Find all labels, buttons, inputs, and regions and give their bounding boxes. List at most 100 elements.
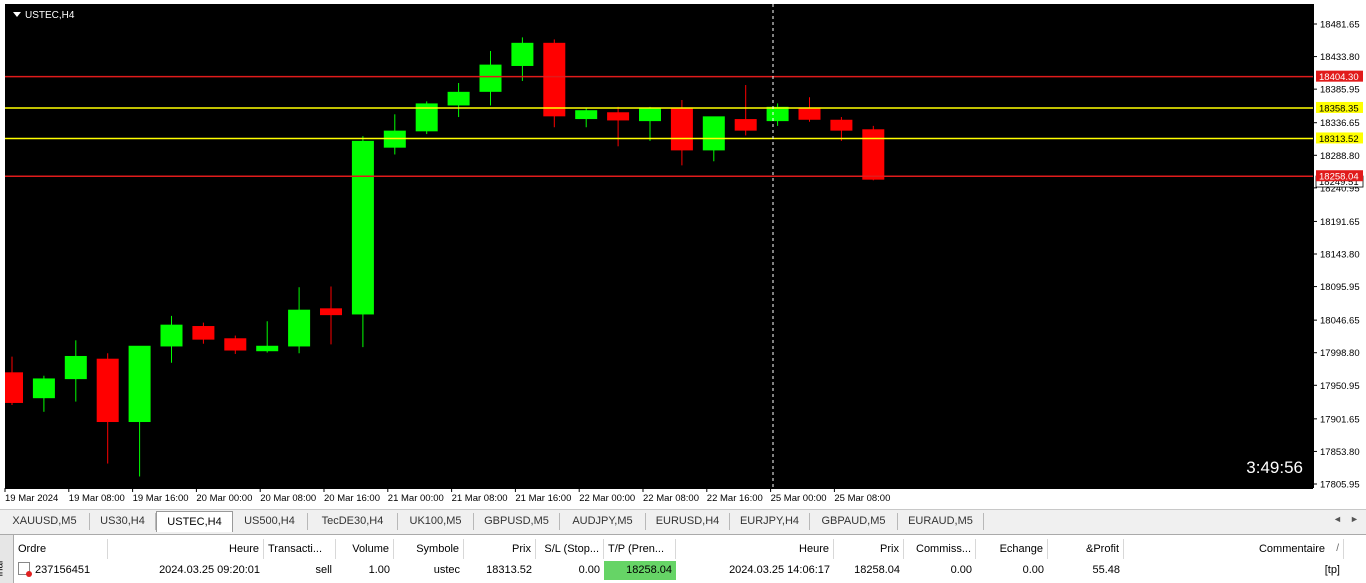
column-header-symbol[interactable]: Symbole [394,539,464,559]
column-header-order-id[interactable]: Ordre [14,539,108,559]
bull-candle [511,42,534,66]
bull-candle [128,345,151,423]
price-tick-label: 18481.65 [1320,20,1360,31]
cell-profit: 55.48 [1092,564,1120,576]
tab-scroll-right-icon[interactable]: ► [1350,514,1359,524]
price-tick-label: 18288.80 [1320,151,1360,162]
line-price-label: 18258.04 [1319,172,1359,183]
price-scale[interactable]: 18481.65 18433.80 18385.95 18336.65 18288.80… [1313,4,1366,488]
table-cell[interactable]: 0.00 [904,561,976,580]
line-price-label: 18313.52 [1319,134,1359,145]
time-tick-label: 21 Mar 16:00 [515,493,571,504]
price-tick-label: 18433.80 [1320,52,1360,63]
cell-comment: [tp] [1324,564,1340,576]
cell-commission: 0.00 [950,564,972,576]
column-header-stop-loss[interactable]: S/L (Stop... [536,539,604,559]
cell-order-id: 237156451 [35,564,91,576]
cell-type: sell [315,564,332,576]
chart-tab[interactable]: USTEC,H4 [156,511,233,532]
time-scale[interactable]: 19 Mar 2024 19 Mar 08:00 19 Mar 16:00 20 Ma… [0,488,1313,509]
time-tick-label: 22 Mar 00:00 [579,493,635,504]
column-header-profit[interactable]: &Profit [1048,539,1124,559]
chart-tab[interactable]: US500,H4 [232,513,308,530]
column-header-volume[interactable]: Volume [336,539,394,559]
cell-swap: 0.00 [1022,564,1044,576]
table-cell[interactable]: 1.00 [336,561,394,580]
chart-symbol-label[interactable]: USTEC,H4 [13,10,74,21]
cell-open-time: 2024.03.25 09:20:01 [159,564,260,576]
chart-tab[interactable]: GBPAUD,M5 [810,513,898,530]
chart-tab[interactable]: TecDE30,H4 [308,513,398,530]
bull-candle [351,140,374,315]
bull-candle [256,345,279,352]
column-header-type[interactable]: Transacti... [264,539,336,559]
terminal-side-tab[interactable]: inal [0,535,14,583]
table-cell[interactable]: 237156451 [14,561,108,580]
bear-candle [543,42,566,117]
dropdown-arrow-icon[interactable] [13,12,21,17]
table-cell[interactable]: 2024.03.25 09:20:01 [108,561,264,580]
candlestick-chart[interactable] [5,4,1313,488]
table-cell[interactable]: ustec [394,561,464,580]
chart-tab[interactable]: UK100,M5 [398,513,474,530]
table-cell[interactable]: 0.00 [976,561,1048,580]
bear-candle [862,129,885,180]
bull-candle [288,309,311,347]
terminal-panel: inal Ordre Heure Transacti... Volume Symbole… [0,534,1366,583]
table-cell[interactable]: 55.48 [1048,561,1124,580]
chart-tab[interactable]: XAUUSD,M5 [0,513,90,530]
price-tick-label: 18336.65 [1320,118,1360,129]
chart-window[interactable]: USTEC,H4 3:49:56 18481.65 18433.80 18385.9… [0,0,1366,509]
price-tick-label: 18191.65 [1320,217,1360,228]
column-header-open-time[interactable]: Heure [108,539,264,559]
time-tick-label: 20 Mar 00:00 [196,493,252,504]
price-tick-label: 17805.95 [1320,480,1360,489]
column-header-close-time[interactable]: Heure [676,539,834,559]
price-tick-label: 18143.80 [1320,250,1360,261]
column-header-close-price[interactable]: Prix [834,539,904,559]
table-cell[interactable]: sell [264,561,336,580]
time-tick-label: 19 Mar 2024 [5,493,58,504]
cell-symbol: ustec [433,564,460,576]
time-tick-label: 22 Mar 08:00 [643,493,699,504]
bear-candle [670,108,693,151]
bar-countdown: 3:49:56 [1246,458,1303,477]
time-tick-label: 20 Mar 08:00 [260,493,316,504]
column-header-take-profit[interactable]: T/P (Pren... [604,539,676,559]
column-header-comment[interactable]: Commentaire / [1124,539,1344,559]
chart-tab[interactable]: GBPUSD,M5 [474,513,560,530]
bull-candle [447,91,470,106]
chart-area[interactable]: USTEC,H4 3:49:56 [5,4,1313,488]
closed-order-icon [18,562,32,577]
chart-tab[interactable]: AUDJPY,M5 [560,513,646,530]
table-cell[interactable]: 18258.04 [604,561,676,580]
time-tick-label: 20 Mar 16:00 [324,493,380,504]
column-header-commission[interactable]: Commiss... [904,539,976,559]
chart-tab[interactable]: EURAUD,M5 [898,513,984,530]
table-cell[interactable]: 18313.52 [464,561,536,580]
chart-tab[interactable]: EURUSD,H4 [646,513,730,530]
bull-candle [32,378,55,399]
bear-candle [96,358,119,423]
table-cell[interactable]: [tp] [1124,561,1344,580]
cell-volume: 1.00 [368,564,390,576]
column-header-swap[interactable]: Echange [976,539,1048,559]
price-tick-label: 17998.80 [1320,348,1360,359]
column-sort-icon[interactable]: / [1336,539,1339,559]
bull-candle [702,116,725,151]
chart-tab[interactable]: EURJPY,H4 [730,513,810,530]
table-cell[interactable]: 0.00 [536,561,604,580]
price-tick-label: 17950.95 [1320,381,1360,392]
bear-candle [607,112,630,121]
tab-scroll-left-icon[interactable]: ◄ [1333,514,1342,524]
time-tick-label: 25 Mar 08:00 [834,493,890,504]
table-cell[interactable]: 2024.03.25 14:06:17 [676,561,834,580]
time-tick-label: 21 Mar 08:00 [452,493,508,504]
cell-close-time: 2024.03.25 14:06:17 [729,564,830,576]
chart-tab[interactable]: US30,H4 [90,513,156,530]
price-tick-label: 17853.80 [1320,447,1360,458]
column-header-open-price[interactable]: Prix [464,539,536,559]
time-tick-label: 21 Mar 00:00 [388,493,444,504]
table-cell[interactable]: 18258.04 [834,561,904,580]
time-tick-label: 22 Mar 16:00 [707,493,763,504]
